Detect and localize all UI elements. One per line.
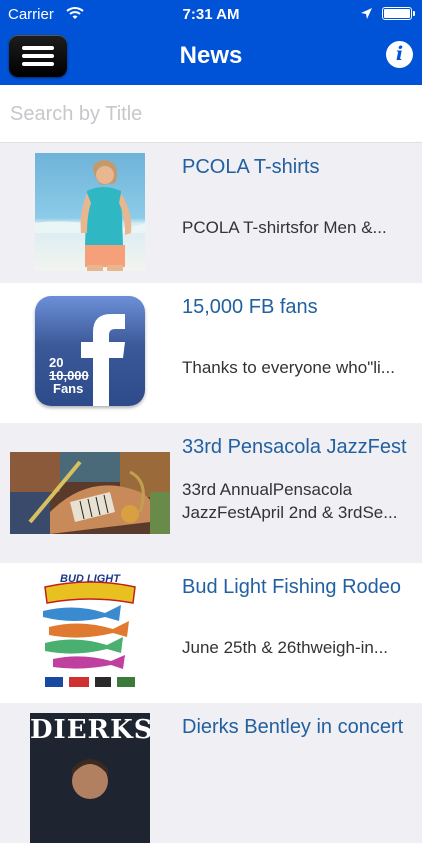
news-title: 33rd Pensacola JazzFest	[182, 436, 407, 458]
news-item[interactable]: BUD LIGHT Bud Light Fishing Rodeo June 2…	[0, 563, 422, 703]
news-title: 15,000 FB fans	[182, 296, 318, 318]
app-header: Carrier 7:31 AM News i	[0, 0, 422, 85]
news-title: Bud Light Fishing Rodeo	[182, 576, 402, 598]
page-title: News	[179, 42, 243, 69]
news-description: June 25th & 26thweigh-in...	[182, 638, 389, 657]
status-time: 7:31 AM	[182, 6, 240, 23]
info-icon: i	[395, 43, 404, 65]
news-description-line: 33rd AnnualPensacola	[182, 480, 353, 499]
news-title: Dierks Bentley in concert	[182, 716, 404, 738]
news-item[interactable]: 20 10,000 Fans 15,000 FB fans Thanks to …	[0, 283, 422, 423]
news-description-line: JazzFestApril 2nd & 3rdSe...	[182, 503, 398, 522]
news-thumbnail-fishing-rodeo: BUD LIGHT	[35, 573, 145, 693]
news-description: PCOLA T-shirtsfor Men &...	[182, 218, 387, 237]
info-button[interactable]: i	[386, 41, 413, 68]
news-thumbnail-jazzfest	[10, 452, 170, 534]
news-description: 33rd AnnualPensacola JazzFestApril 2nd &…	[182, 478, 412, 524]
news-item[interactable]: 33rd Pensacola JazzFest 33rd AnnualPensa…	[0, 423, 422, 563]
news-description: Thanks to everyone who"li...	[182, 358, 395, 377]
battery-icon	[382, 7, 415, 20]
status-bar: Carrier 7:31 AM	[0, 0, 422, 30]
news-thumbnail-tshirt	[35, 153, 145, 271]
facebook-icon: 20 10,000 Fans	[35, 296, 145, 406]
fb-badge-bottom: Fans	[53, 381, 84, 396]
news-item[interactable]: PCOLA T-shirts PCOLA T-shirtsfor Men &..…	[0, 143, 422, 283]
search-bar	[0, 85, 422, 143]
search-input[interactable]	[10, 97, 410, 131]
navigation-bar: News i	[0, 30, 422, 85]
news-thumbnail-dierks: DIERKS	[30, 713, 150, 843]
location-arrow-icon	[360, 7, 373, 24]
news-item[interactable]: DIERKS Dierks Bentley in concert	[0, 703, 422, 843]
news-title: PCOLA T-shirts	[182, 156, 320, 178]
